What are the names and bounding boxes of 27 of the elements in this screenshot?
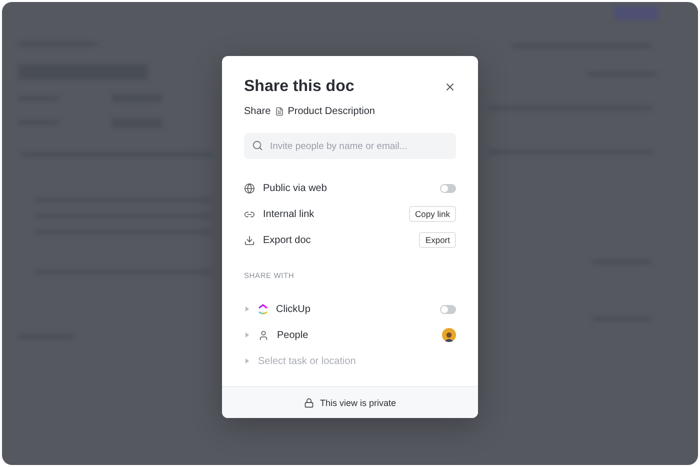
- option-label: Public via web: [263, 182, 328, 194]
- share-target-label: People: [277, 330, 310, 340]
- privacy-status: This view is private: [320, 398, 396, 408]
- caret-icon[interactable]: [244, 306, 250, 312]
- document-icon: [274, 107, 284, 116]
- caret-icon[interactable]: [244, 358, 250, 364]
- lock-icon: [304, 398, 314, 408]
- action-button[interactable]: Copy link: [409, 206, 456, 222]
- toggle-switch[interactable]: [440, 184, 456, 192]
- invite-search-field[interactable]: Invite people by name or email...: [244, 133, 456, 159]
- toggle-switch[interactable]: [440, 304, 456, 314]
- share-target-label: ClickUp: [276, 304, 312, 314]
- close-icon: [444, 81, 456, 93]
- option-label: Internal link: [263, 208, 316, 220]
- option-label: Export doc: [263, 234, 312, 246]
- avatar: [442, 328, 456, 342]
- search-icon: [252, 140, 263, 151]
- logo-icon: [258, 304, 268, 314]
- person-icon: [258, 330, 269, 340]
- dialog-title: Share this doc: [244, 78, 354, 96]
- close-button[interactable]: [444, 81, 456, 93]
- action-button[interactable]: Export: [419, 232, 456, 248]
- breadcrumb-label: Share: [244, 106, 271, 117]
- globe-icon: [244, 182, 255, 194]
- document-name: Product Description: [288, 106, 375, 117]
- caret-icon[interactable]: [244, 332, 250, 338]
- download-icon: [244, 234, 255, 246]
